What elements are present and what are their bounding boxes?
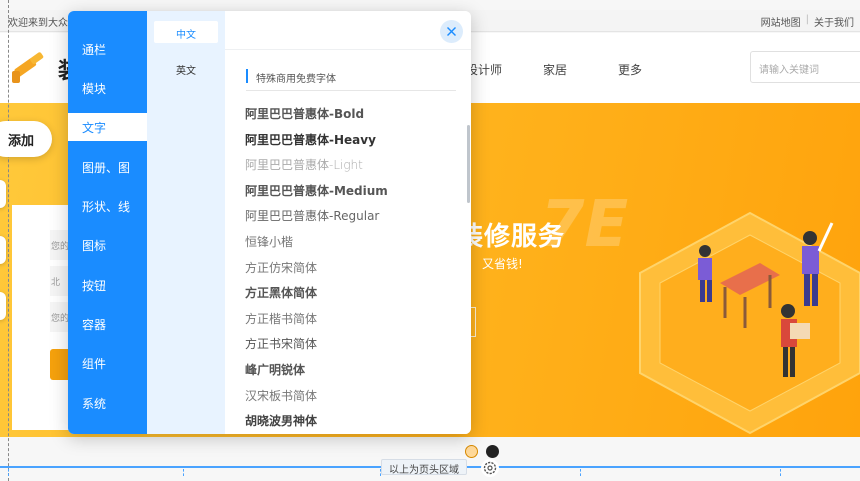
font-list-area: 特殊商用免费字体 阿里巴巴普惠体-Bold 阿里巴巴普惠体-Heavy 阿里巴巴普惠…: [225, 11, 471, 434]
section-title: 特殊商用免费字体: [256, 74, 336, 85]
close-icon: [447, 27, 456, 36]
banner-subtitle: 又省钱!: [482, 257, 523, 271]
font-option[interactable]: 方正楷书简体: [245, 310, 457, 334]
section-accent-bar: [246, 69, 248, 83]
form-field-city[interactable]: 北: [50, 266, 70, 296]
category-item[interactable]: 图标: [68, 231, 147, 259]
form-field-name[interactable]: 您的: [50, 230, 70, 260]
paint-roller-logo-icon: [12, 52, 44, 83]
welcome-text: 欢迎来到大众: [8, 18, 68, 29]
category-item[interactable]: 系统: [68, 389, 147, 417]
header-area-label: 以上为页头区域: [381, 459, 467, 476]
close-button[interactable]: [440, 20, 463, 43]
side-tool-handle[interactable]: [0, 292, 6, 320]
isometric-renovation-illustration: [639, 211, 860, 435]
font-list-scrollbar[interactable]: [467, 125, 470, 203]
form-field-phone[interactable]: 您的: [50, 302, 70, 332]
font-option[interactable]: 阿里巴巴普惠体-Regular: [245, 207, 457, 231]
category-item[interactable]: 组件: [68, 349, 147, 377]
font-option[interactable]: 峰广明锐体: [245, 361, 457, 385]
font-option[interactable]: 胡晓波男神体: [245, 412, 457, 434]
category-item[interactable]: 通栏: [68, 35, 147, 63]
language-tab[interactable]: 中文: [154, 21, 218, 43]
category-sidebar: 通栏模块文字图册、图形状、线图标按钮容器组件系统: [68, 11, 147, 434]
carousel-dot[interactable]: [465, 445, 478, 458]
insert-element-panel: 通栏模块文字图册、图形状、线图标按钮容器组件系统 中文英文 特殊商用免费字体 阿…: [68, 11, 471, 434]
font-option[interactable]: 恒锋小楷: [245, 233, 457, 257]
category-item[interactable]: 图册、图: [68, 153, 147, 181]
font-option[interactable]: 阿里巴巴普惠体-Medium: [245, 182, 457, 206]
category-item[interactable]: 模块: [68, 74, 147, 102]
font-option[interactable]: 阿里巴巴普惠体-Bold: [245, 105, 457, 129]
font-section-header: 特殊商用免费字体: [246, 69, 456, 91]
nav-more[interactable]: 更多: [618, 61, 642, 78]
list-header-divider: [225, 49, 471, 50]
nav-home-furnishing[interactable]: 家居: [543, 61, 567, 78]
category-item[interactable]: 按钮: [68, 271, 147, 299]
add-element-button[interactable]: 添加: [0, 121, 52, 157]
banner-title: 装修服务: [457, 222, 566, 252]
font-option[interactable]: 汉宋板书简体: [245, 387, 457, 411]
category-item[interactable]: 容器: [68, 310, 147, 338]
link-separator: |: [805, 14, 809, 25]
font-option[interactable]: 阿里巴巴普惠体-Light: [245, 156, 457, 180]
editor-left-guide: [8, 0, 9, 481]
font-option[interactable]: 方正书宋简体: [245, 335, 457, 359]
language-tab[interactable]: 英文: [154, 57, 218, 79]
category-item[interactable]: 形状、线: [68, 192, 147, 220]
carousel-dot-active[interactable]: [486, 445, 499, 458]
top-links: 网站地图 | 关于我们: [761, 14, 854, 29]
nav-designer[interactable]: 设计师: [466, 61, 502, 78]
site-search-input[interactable]: 请输入关键词: [750, 51, 860, 83]
side-tool-handle[interactable]: [0, 180, 6, 208]
form-submit-button[interactable]: [50, 349, 70, 380]
language-column: 中文 英文: [147, 11, 225, 434]
gear-icon: [483, 461, 497, 475]
site-map-link[interactable]: 网站地图: [761, 14, 801, 29]
category-item[interactable]: 文字: [68, 113, 147, 141]
about-us-link[interactable]: 关于我们: [814, 14, 854, 29]
font-option[interactable]: 方正仿宋简体: [245, 259, 457, 283]
side-tool-handle[interactable]: [0, 236, 6, 264]
font-option[interactable]: 阿里巴巴普惠体-Heavy: [245, 131, 457, 155]
header-settings-button[interactable]: [481, 459, 499, 477]
font-option[interactable]: 方正黑体简体: [245, 284, 457, 308]
add-label: 添加: [8, 134, 35, 149]
